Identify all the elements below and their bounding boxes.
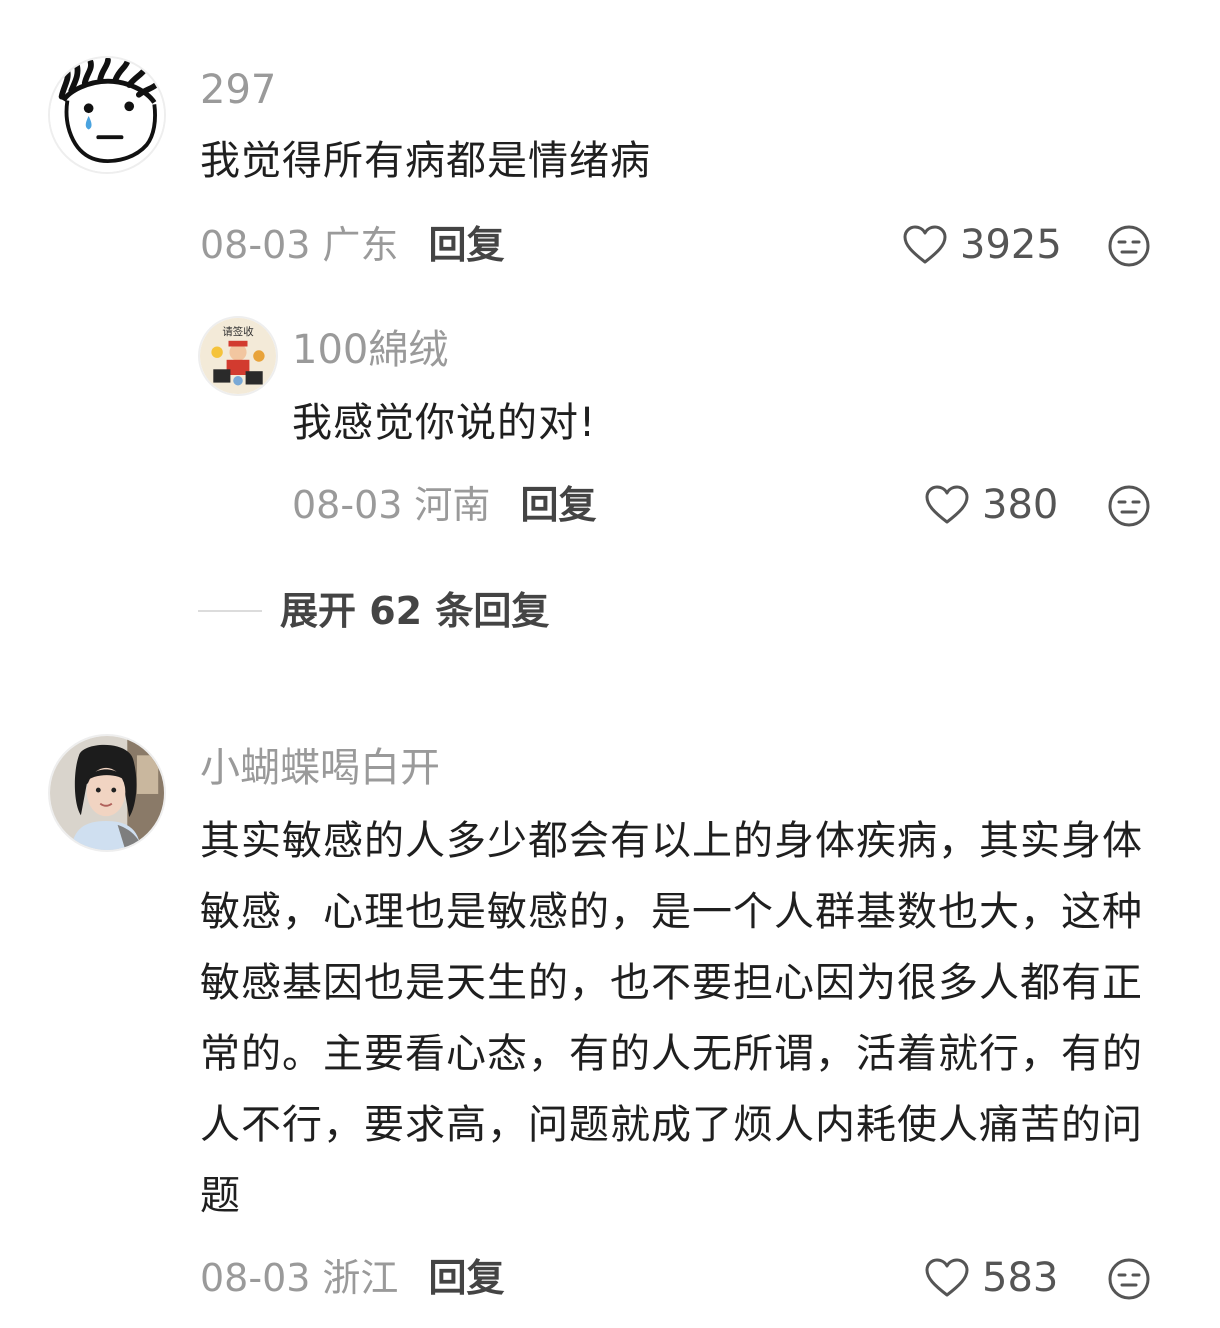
like-button[interactable]: 380 xyxy=(924,484,1058,526)
neutral-face-icon xyxy=(1108,225,1150,267)
reply-button[interactable]: 回复 xyxy=(428,1259,504,1297)
like-button[interactable]: 583 xyxy=(924,1257,1058,1299)
divider-line xyxy=(198,610,262,612)
comment-meta: 08-03 广东 回复 xyxy=(200,226,504,264)
avatar[interactable] xyxy=(48,56,166,174)
dislike-button[interactable] xyxy=(1107,224,1151,268)
like-count: 583 xyxy=(982,1255,1059,1301)
expand-replies-button[interactable]: 展开 62 条回复 xyxy=(198,592,549,630)
username[interactable]: 297 xyxy=(200,70,276,110)
doodle-face-avatar-image xyxy=(50,58,164,172)
comment-date: 08-03 xyxy=(200,1256,311,1300)
neutral-face-icon xyxy=(1108,1258,1150,1300)
comment-meta: 08-03 浙江 回复 xyxy=(200,1259,504,1297)
like-count: 3925 xyxy=(960,222,1062,268)
username[interactable]: 小蝴蝶喝白开 xyxy=(200,748,440,788)
heart-outline-icon xyxy=(903,225,947,264)
neutral-face-icon xyxy=(1108,485,1150,527)
username[interactable]: 100綿绒 xyxy=(292,330,448,370)
dislike-button[interactable] xyxy=(1107,1257,1151,1301)
reply-button[interactable]: 回复 xyxy=(520,486,596,524)
reply-date: 08-03 xyxy=(292,483,403,527)
reply-location: 河南 xyxy=(414,483,491,527)
comment-location: 浙江 xyxy=(322,1256,399,1300)
heart-outline-icon xyxy=(925,485,969,524)
comment-date: 08-03 xyxy=(200,223,311,267)
comment-text: 我觉得所有病都是情绪病 xyxy=(200,138,651,184)
comment-text: 其实敏感的人多少都会有以上的身体疾病，其实身体敏感，心理也是敏感的，是一个人群基… xyxy=(200,818,1143,1219)
like-button[interactable]: 3925 xyxy=(902,224,1062,266)
dislike-button[interactable] xyxy=(1107,484,1151,528)
avatar[interactable] xyxy=(48,734,166,852)
svg-text:请签收: 请签收 xyxy=(222,325,254,338)
like-count: 380 xyxy=(982,482,1059,528)
reply-meta: 08-03 河南 回复 xyxy=(292,486,596,524)
cartoon-avatar-image: 请签收 xyxy=(200,318,276,394)
avatar[interactable]: 请签收 xyxy=(198,316,278,396)
expand-replies-label: 展开 62 条回复 xyxy=(280,589,550,633)
reply-button[interactable]: 回复 xyxy=(428,226,504,264)
comment-location: 广东 xyxy=(322,223,399,267)
reply-text: 我感觉你说的对! xyxy=(292,400,597,446)
heart-outline-icon xyxy=(925,1258,969,1297)
person-photo-avatar-image xyxy=(50,736,164,850)
